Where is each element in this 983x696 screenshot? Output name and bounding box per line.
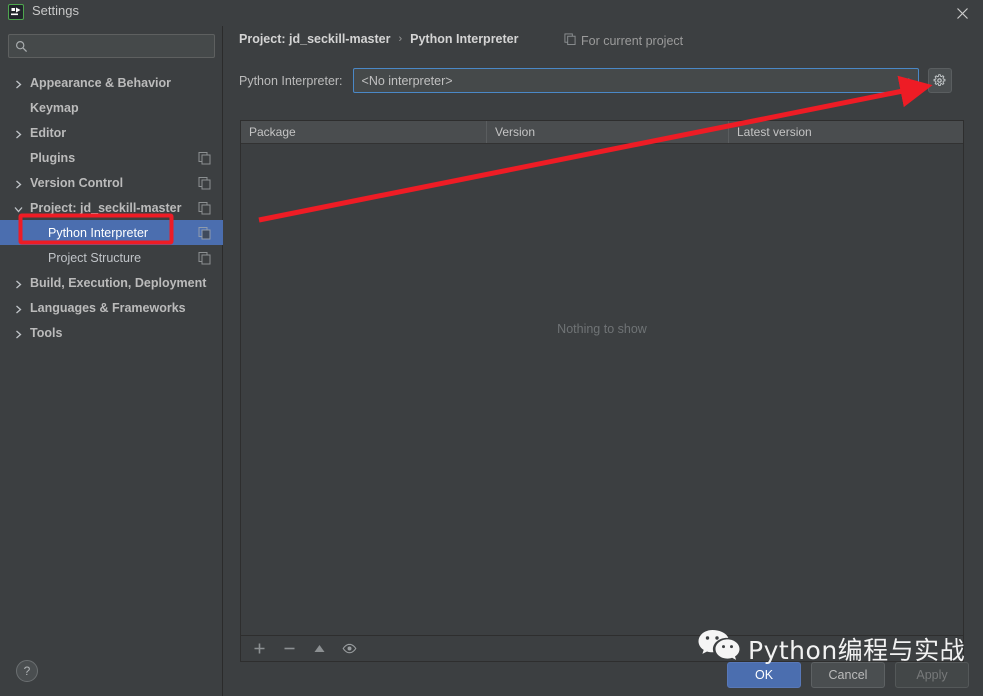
breadcrumb-current: Python Interpreter bbox=[410, 32, 519, 46]
window-title: Settings bbox=[32, 3, 79, 18]
sidebar-item-label: Appearance & Behavior bbox=[30, 75, 172, 90]
copy-settings-icon[interactable] bbox=[198, 201, 211, 214]
apply-button[interactable]: Apply bbox=[895, 662, 969, 688]
copy-settings-icon[interactable] bbox=[198, 251, 211, 264]
sidebar-item-languages-frameworks[interactable]: Languages & Frameworks bbox=[0, 295, 223, 320]
breadcrumb: Project: jd_seckill-master › Python Inte… bbox=[239, 32, 519, 46]
copy-settings-icon[interactable] bbox=[198, 176, 211, 189]
sidebar-item-build-execution-deployment[interactable]: Build, Execution, Deployment bbox=[0, 270, 223, 295]
sidebar-item-version-control[interactable]: Version Control bbox=[0, 170, 223, 195]
chevron-right-icon[interactable] bbox=[14, 178, 24, 188]
chevron-right-icon[interactable] bbox=[14, 78, 24, 88]
sidebar-item-label: Version Control bbox=[30, 175, 124, 190]
packages-toolbar bbox=[240, 636, 964, 662]
search-input[interactable] bbox=[33, 35, 211, 57]
scope-note-label: For current project bbox=[581, 33, 684, 48]
ok-button[interactable]: OK bbox=[727, 662, 801, 688]
column-header-version[interactable]: Version bbox=[487, 121, 729, 143]
cancel-button[interactable]: Cancel bbox=[811, 662, 885, 688]
search-container bbox=[8, 34, 215, 58]
packages-table: Package Version Latest version Nothing t… bbox=[240, 120, 964, 636]
sidebar-item-appearance-behavior[interactable]: Appearance & Behavior bbox=[0, 70, 223, 95]
sidebar-item-python-interpreter[interactable]: Python Interpreter bbox=[0, 220, 223, 245]
copy-scope-icon bbox=[564, 33, 576, 48]
show-early-releases-button[interactable] bbox=[341, 641, 357, 657]
chevron-right-icon[interactable] bbox=[14, 328, 24, 338]
sidebar-item-label: Keymap bbox=[30, 100, 79, 115]
sidebar-item-label: Build, Execution, Deployment bbox=[30, 275, 207, 290]
sidebar-item-editor[interactable]: Editor bbox=[0, 120, 223, 145]
upgrade-package-button[interactable] bbox=[311, 641, 327, 657]
sidebar-item-tools[interactable]: Tools bbox=[0, 320, 223, 345]
chevron-down-icon[interactable] bbox=[14, 203, 24, 213]
copy-settings-icon[interactable] bbox=[198, 151, 211, 164]
sidebar-item-label: Tools bbox=[30, 325, 63, 340]
search-icon bbox=[15, 40, 28, 53]
sidebar-item-label: Project Structure bbox=[48, 250, 142, 265]
packages-table-header: Package Version Latest version bbox=[241, 121, 963, 144]
sidebar-item-label: Languages & Frameworks bbox=[30, 300, 186, 315]
settings-dialog: Settings Appearance & Behavior Keymap Edit… bbox=[0, 0, 983, 696]
chevron-down-icon bbox=[899, 72, 910, 90]
search-box[interactable] bbox=[8, 34, 215, 58]
add-package-button[interactable] bbox=[251, 641, 267, 657]
chevron-right-icon[interactable] bbox=[14, 278, 24, 288]
settings-sidebar: Appearance & Behavior Keymap Editor Plugins… bbox=[0, 26, 223, 696]
column-header-latest-version[interactable]: Latest version bbox=[729, 121, 963, 143]
pycharm-logo-icon bbox=[8, 4, 24, 20]
settings-tree: Appearance & Behavior Keymap Editor Plugins… bbox=[0, 70, 223, 345]
interpreter-row: Python Interpreter: <No interpreter> bbox=[239, 68, 952, 93]
sidebar-item-project-jd-seckill-master[interactable]: Project: jd_seckill-master bbox=[0, 195, 223, 220]
gear-icon[interactable] bbox=[927, 68, 952, 93]
copy-settings-icon[interactable] bbox=[198, 226, 211, 239]
close-icon[interactable] bbox=[951, 2, 973, 24]
interpreter-dropdown[interactable]: <No interpreter> bbox=[352, 68, 919, 93]
scope-note: For current project bbox=[564, 33, 683, 48]
title-bar: Settings bbox=[0, 0, 983, 26]
breadcrumb-separator: › bbox=[398, 33, 403, 45]
packages-table-body: Nothing to show bbox=[241, 144, 963, 635]
sidebar-item-project-structure[interactable]: Project Structure bbox=[0, 245, 223, 270]
empty-message: Nothing to show bbox=[557, 322, 647, 336]
remove-package-button[interactable] bbox=[281, 641, 297, 657]
sidebar-item-label: Python Interpreter bbox=[48, 225, 149, 240]
main-panel: Project: jd_seckill-master › Python Inte… bbox=[224, 26, 983, 696]
interpreter-value: <No interpreter> bbox=[361, 73, 453, 88]
sidebar-item-label: Editor bbox=[30, 125, 67, 140]
help-button[interactable]: ? bbox=[16, 660, 38, 682]
sidebar-item-plugins[interactable]: Plugins bbox=[0, 145, 223, 170]
sidebar-item-keymap[interactable]: Keymap bbox=[0, 95, 223, 120]
column-header-package[interactable]: Package bbox=[241, 121, 487, 143]
chevron-right-icon[interactable] bbox=[14, 128, 24, 138]
sidebar-item-label: Plugins bbox=[30, 150, 76, 165]
dialog-buttons: OK Cancel Apply bbox=[727, 662, 969, 688]
interpreter-label: Python Interpreter: bbox=[239, 73, 343, 88]
chevron-right-icon[interactable] bbox=[14, 303, 24, 313]
breadcrumb-project: Project: jd_seckill-master bbox=[239, 32, 391, 46]
sidebar-item-label: Project: jd_seckill-master bbox=[30, 200, 182, 215]
